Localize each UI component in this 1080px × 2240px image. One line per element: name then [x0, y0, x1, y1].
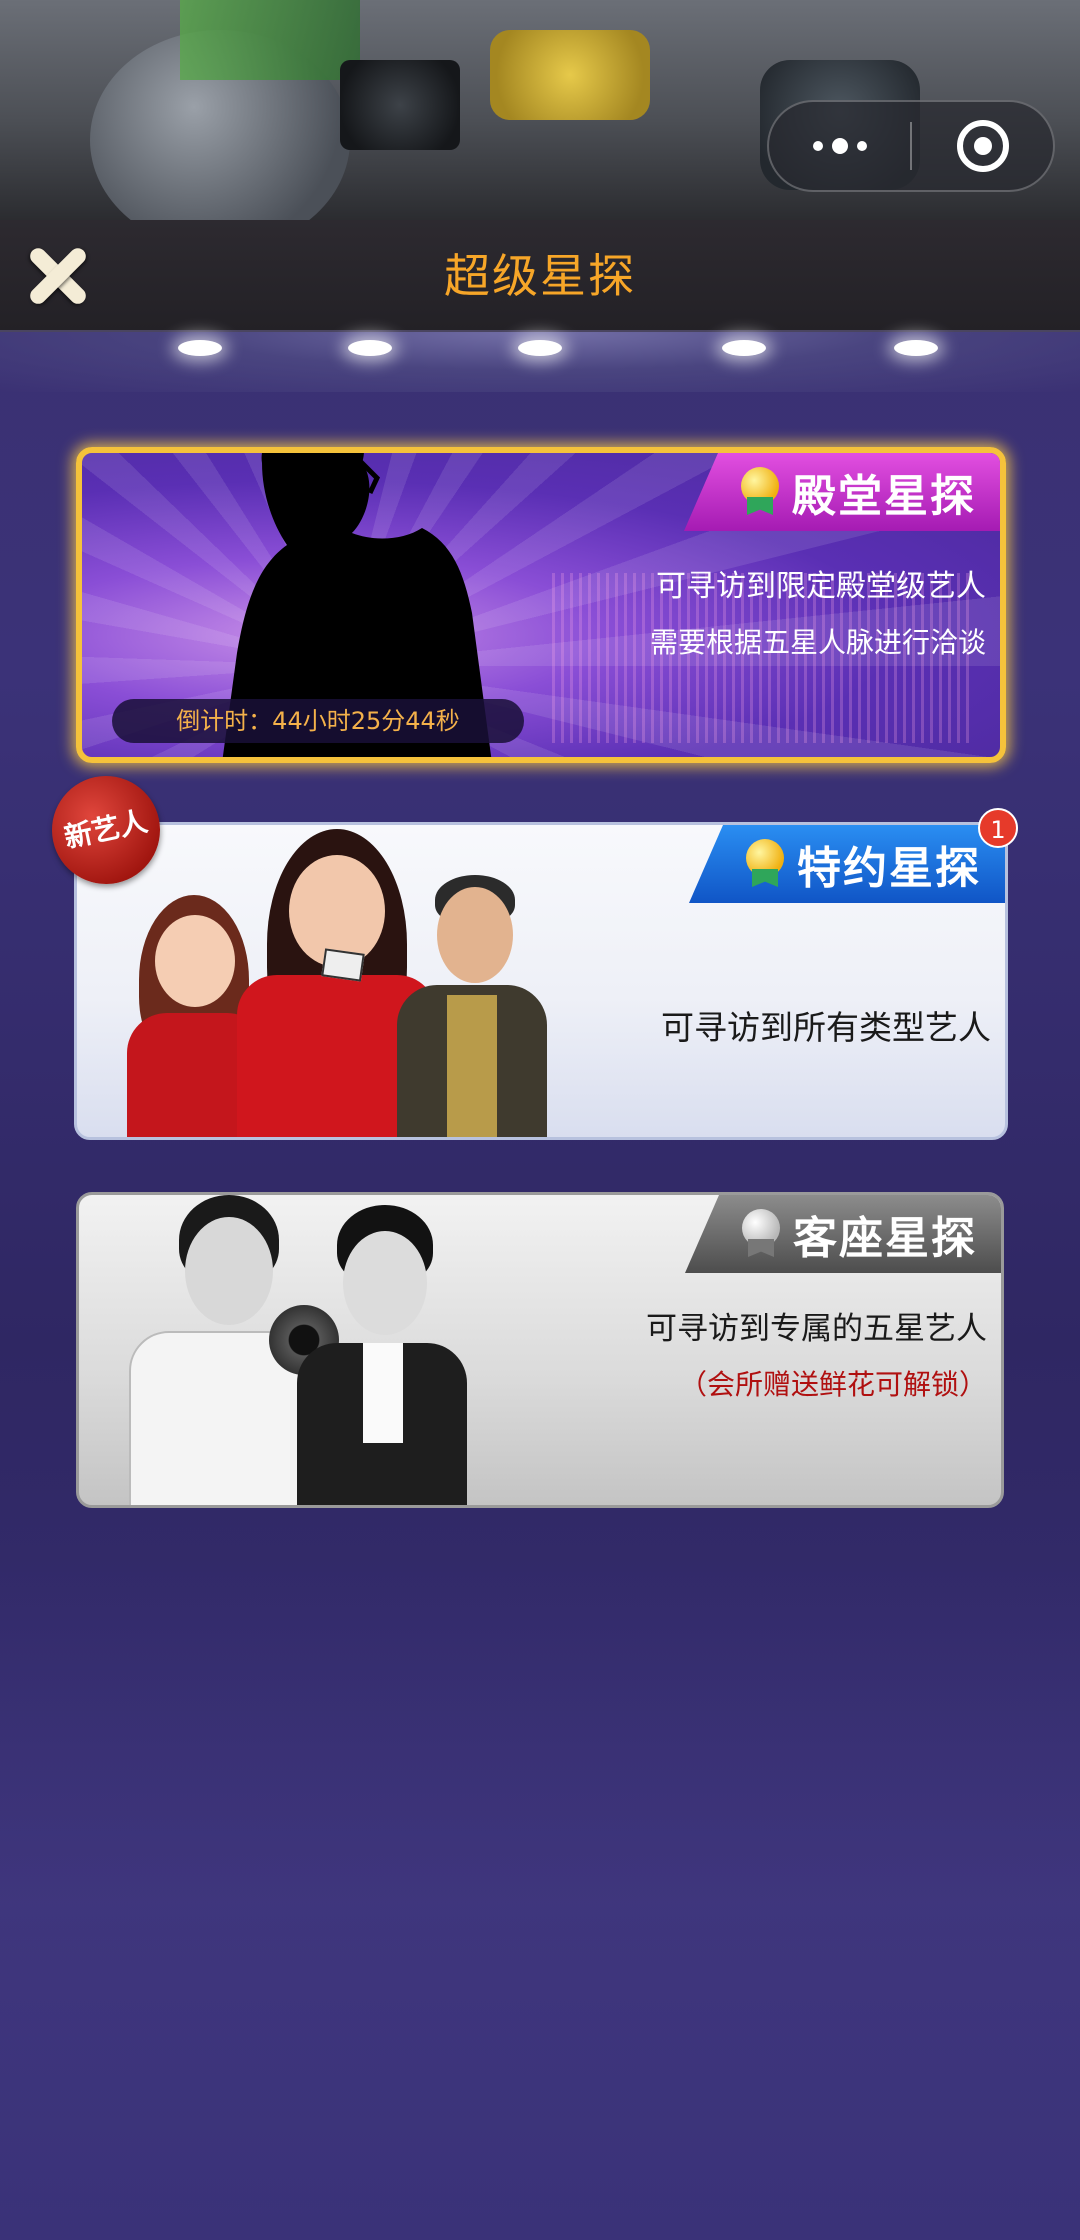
countdown-timer: 倒计时：44小时25分44秒 [112, 699, 524, 743]
stage-light [348, 340, 392, 356]
more-dots-icon [812, 138, 867, 154]
page-title: 超级星探 [444, 249, 636, 303]
notification-badge: 1 [978, 808, 1018, 848]
gold-medal-icon [743, 839, 787, 889]
hall-desc-line1: 可寻访到限定殿堂级艺人 [656, 569, 986, 604]
stage-light [894, 340, 938, 356]
special-desc-line1: 可寻访到所有类型艺人 [661, 1008, 991, 1047]
hall-desc-line2: 需要根据五星人脉进行洽谈 [649, 626, 986, 659]
special-ribbon: 特约星探 [689, 825, 1005, 903]
guest-scout-card[interactable]: 客座星探 可寻访到专属的五星艺人 （会所赠送鲜花可解锁） [76, 1192, 1004, 1508]
miniprogram-capsule [767, 100, 1055, 192]
stage-light [178, 340, 222, 356]
artist-figure-man-right [397, 875, 547, 1137]
guest-ribbon: 客座星探 [685, 1195, 1001, 1273]
gold-medal-icon [738, 467, 782, 517]
hall-ribbon-label: 殿堂星探 [792, 471, 976, 522]
guest-ribbon-label: 客座星探 [793, 1213, 977, 1264]
close-button[interactable] [24, 242, 92, 310]
special-ribbon-label: 特约星探 [797, 843, 981, 894]
more-menu-button[interactable] [769, 102, 910, 190]
artist-figure-man-black-suit [297, 1205, 467, 1505]
stage-floor [0, 1560, 1080, 2240]
silver-medal-icon [739, 1209, 783, 1259]
stage-light [518, 340, 562, 356]
guest-desc-line2: （会所赠送鲜花可解锁） [678, 1368, 987, 1401]
hall-scout-card[interactable]: 殿堂星探 可寻访到限定殿堂级艺人 需要根据五星人脉进行洽谈 倒计时：44小时25… [76, 447, 1006, 763]
target-circle-icon [956, 120, 1009, 172]
hall-ribbon: 殿堂星探 [684, 453, 1000, 531]
exit-button[interactable] [912, 102, 1053, 190]
special-scout-card[interactable]: 特约星探 可寻访到所有类型艺人 [74, 822, 1008, 1140]
stage-light [722, 340, 766, 356]
title-bar: 超级星探 [0, 220, 1080, 332]
guest-desc-line1: 可寻访到专属的五星艺人 [646, 1311, 987, 1347]
